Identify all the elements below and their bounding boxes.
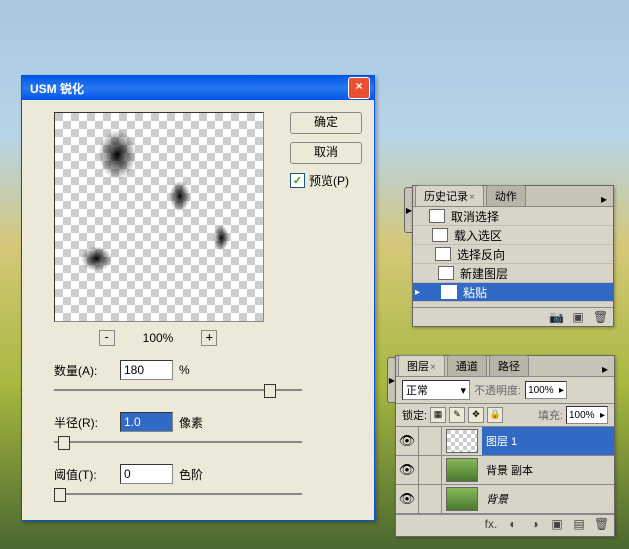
amount-unit: % <box>179 363 190 377</box>
tab-channels[interactable]: 通道 <box>447 355 487 376</box>
zoom-out-button[interactable]: - <box>99 330 115 346</box>
history-item[interactable]: 取消选择 <box>413 207 613 226</box>
amount-slider[interactable] <box>54 382 302 398</box>
history-step-icon <box>429 209 445 223</box>
layer-trash-icon[interactable]: 🗑 <box>594 517 608 531</box>
history-list: 取消选择载入选区选择反向新建图层▸粘贴 <box>413 207 613 307</box>
history-trash-icon[interactable]: 🗑 <box>593 310 607 324</box>
link-column[interactable] <box>419 485 442 513</box>
layer-name-label[interactable]: 背景 副本 <box>482 456 614 484</box>
lock-position-icon[interactable]: ✥ <box>468 407 484 423</box>
ok-button[interactable]: 确定 <box>290 112 362 134</box>
radius-label: 半径(R): <box>54 414 114 431</box>
dialog-title: USM 锐化 <box>26 80 348 97</box>
visibility-icon[interactable]: 👁 <box>396 427 419 455</box>
history-menu-icon[interactable]: ▸ <box>595 192 613 206</box>
visibility-icon[interactable]: 👁 <box>396 456 419 484</box>
visibility-icon[interactable]: 👁 <box>396 485 419 513</box>
layer-folder-icon[interactable]: ▣ <box>550 517 564 531</box>
layer-fx-icon[interactable]: fx. <box>484 517 498 531</box>
layer-list: 👁 图层 1 👁 背景 副本 👁 背景 <box>396 427 614 514</box>
preview-label: 预览(P) <box>309 172 349 189</box>
cancel-button[interactable]: 取消 <box>290 142 362 164</box>
history-item[interactable]: ▸粘贴 <box>413 283 613 302</box>
close-icon[interactable]: × <box>348 77 370 99</box>
link-column[interactable] <box>419 427 442 455</box>
layer-thumbnail[interactable] <box>446 429 478 453</box>
tab-paths[interactable]: 路径 <box>489 355 529 376</box>
history-item-label: 载入选区 <box>454 227 502 244</box>
layer-name-label[interactable]: 图层 1 <box>482 427 614 455</box>
threshold-unit: 色阶 <box>179 466 203 483</box>
preview-image[interactable] <box>54 112 264 322</box>
radius-unit: 像素 <box>179 414 203 431</box>
layer-adjust-icon[interactable]: ◑ <box>528 517 542 531</box>
layers-panel: 图层× 通道 路径 ▸ 正常▾ 不透明度: 100%▸ 锁定: ▦ ✎ ✥ 🔒 … <box>395 355 615 537</box>
fill-label: 填充: <box>538 407 563 423</box>
layer-mask-icon[interactable]: ◐ <box>506 517 520 531</box>
lock-all-icon[interactable]: 🔒 <box>487 407 503 423</box>
history-item-label: 粘贴 <box>463 284 487 301</box>
history-new-icon[interactable]: ▣ <box>571 310 585 324</box>
history-step-icon <box>432 228 448 242</box>
amount-label: 数量(A): <box>54 362 114 379</box>
layer-thumbnail[interactable] <box>446 458 478 482</box>
lock-transparency-icon[interactable]: ▦ <box>430 407 446 423</box>
history-item-label: 选择反向 <box>457 246 505 263</box>
layer-item[interactable]: 👁 背景 <box>396 485 614 514</box>
lock-pixels-icon[interactable]: ✎ <box>449 407 465 423</box>
preview-checkbox[interactable]: ✓ <box>290 173 305 188</box>
dialog-titlebar[interactable]: USM 锐化 × <box>22 76 374 100</box>
lock-label: 锁定: <box>402 407 427 423</box>
history-step-icon <box>441 285 457 299</box>
tab-layers[interactable]: 图层× <box>398 355 445 376</box>
layer-item[interactable]: 👁 背景 副本 <box>396 456 614 485</box>
threshold-slider[interactable] <box>54 486 302 502</box>
zoom-level: 100% <box>143 331 174 345</box>
history-step-icon <box>438 266 454 280</box>
layers-menu-icon[interactable]: ▸ <box>596 362 614 376</box>
radius-slider[interactable] <box>54 434 302 450</box>
layer-item[interactable]: 👁 图层 1 <box>396 427 614 456</box>
fill-input[interactable]: 100%▸ <box>566 406 608 424</box>
blend-mode-select[interactable]: 正常▾ <box>402 380 470 400</box>
tab-history[interactable]: 历史记录× <box>415 185 484 206</box>
history-item[interactable]: 选择反向 <box>413 245 613 264</box>
history-item-label: 新建图层 <box>460 265 508 282</box>
layer-new-icon[interactable]: ▤ <box>572 517 586 531</box>
layer-thumbnail[interactable] <box>446 487 478 511</box>
history-item[interactable]: 载入选区 <box>413 226 613 245</box>
threshold-label: 阈值(T): <box>54 466 114 483</box>
history-step-icon <box>435 247 451 261</box>
usm-sharpen-dialog: USM 锐化 × 确定 取消 ✓ 预览(P) - 100% + 数量(A): 1… <box>21 75 375 521</box>
amount-input[interactable]: 180 <box>120 360 173 380</box>
history-item-label: 取消选择 <box>451 208 499 225</box>
history-item[interactable]: 新建图层 <box>413 264 613 283</box>
radius-input[interactable]: 1.0 <box>120 412 173 432</box>
opacity-input[interactable]: 100%▸ <box>525 381 567 399</box>
zoom-in-button[interactable]: + <box>201 330 217 346</box>
tab-actions[interactable]: 动作 <box>486 185 526 206</box>
threshold-input[interactable]: 0 <box>120 464 173 484</box>
opacity-label: 不透明度: <box>474 382 521 398</box>
link-column[interactable] <box>419 456 442 484</box>
layer-name-label[interactable]: 背景 <box>482 485 614 513</box>
history-panel: 历史记录× 动作 ▸ 取消选择载入选区选择反向新建图层▸粘贴 📷 ▣ 🗑 <box>412 185 614 327</box>
history-snapshot-icon[interactable]: 📷 <box>549 310 563 324</box>
